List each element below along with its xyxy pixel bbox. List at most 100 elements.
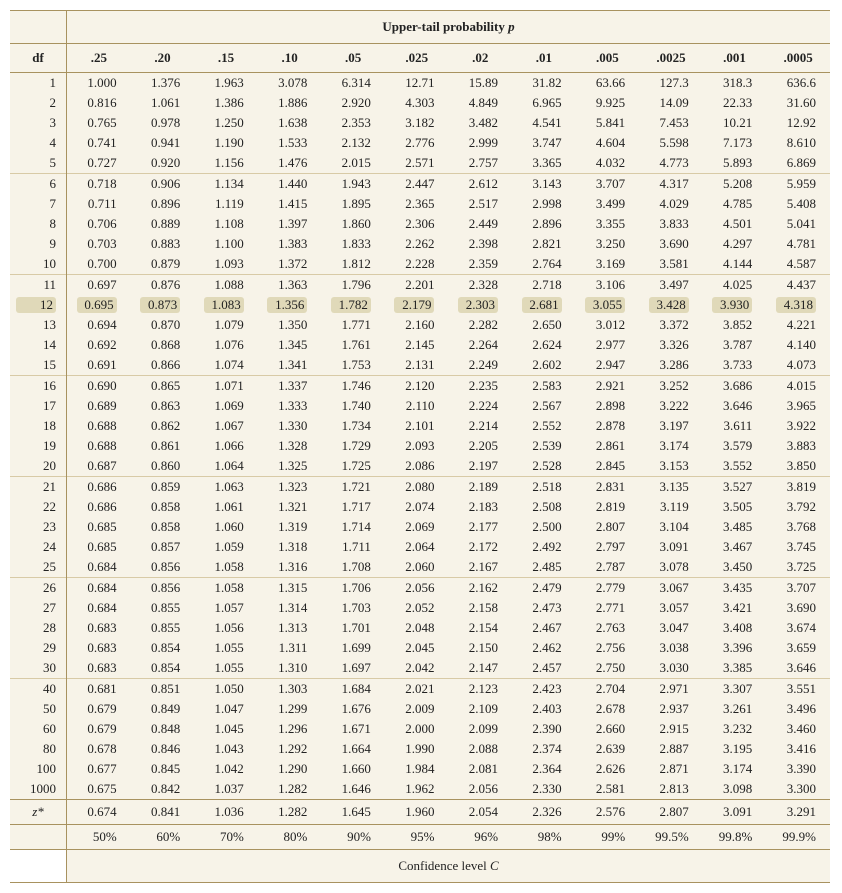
p-header: .05 bbox=[321, 44, 385, 73]
value-cell: 318.3 bbox=[703, 73, 767, 94]
value-cell: 1.699 bbox=[321, 638, 385, 658]
value-cell: 2.887 bbox=[639, 739, 703, 759]
value-cell: 2.896 bbox=[512, 214, 576, 234]
value-cell: 22.33 bbox=[703, 93, 767, 113]
value-cell: 2.042 bbox=[385, 658, 449, 679]
value-cell: 3.499 bbox=[576, 194, 640, 214]
value-cell: 0.849 bbox=[131, 699, 195, 719]
value-cell: 0.858 bbox=[131, 497, 195, 517]
value-cell: 2.517 bbox=[448, 194, 512, 214]
value-cell: 0.675 bbox=[67, 779, 131, 800]
value-cell: 3.143 bbox=[512, 174, 576, 195]
value-cell: 1.250 bbox=[194, 113, 258, 133]
value-cell: 1.296 bbox=[258, 719, 322, 739]
value-cell: 2.093 bbox=[385, 436, 449, 456]
zstar-row: z*0.6740.8411.0361.2821.6451.9602.0542.3… bbox=[10, 800, 830, 825]
value-cell: 3.135 bbox=[639, 477, 703, 498]
table-row: 240.6850.8571.0591.3181.7112.0642.1722.4… bbox=[10, 537, 830, 557]
confidence-cell: 98% bbox=[512, 825, 576, 850]
value-cell: 1.059 bbox=[194, 537, 258, 557]
table-row: 80.7060.8891.1081.3971.8602.3062.4492.89… bbox=[10, 214, 830, 234]
df-cell: 22 bbox=[10, 497, 67, 517]
table-row: 200.6870.8601.0641.3251.7252.0862.1972.5… bbox=[10, 456, 830, 477]
value-cell: 2.581 bbox=[576, 779, 640, 800]
table-row: 300.6830.8541.0551.3101.6972.0422.1472.4… bbox=[10, 658, 830, 679]
value-cell: 2.167 bbox=[448, 557, 512, 578]
value-cell: 3.646 bbox=[703, 396, 767, 416]
value-cell: 3.390 bbox=[766, 759, 830, 779]
df-cell: 60 bbox=[10, 719, 67, 739]
value-cell: 2.172 bbox=[448, 537, 512, 557]
table-row: 110.6970.8761.0881.3631.7962.2012.3282.7… bbox=[10, 275, 830, 296]
value-cell: 2.303 bbox=[448, 295, 512, 315]
value-cell: 1.984 bbox=[385, 759, 449, 779]
value-cell: 1.350 bbox=[258, 315, 322, 335]
value-cell: 3.197 bbox=[639, 416, 703, 436]
table-row: 600.6790.8481.0451.2961.6712.0002.0992.3… bbox=[10, 719, 830, 739]
value-cell: 0.858 bbox=[131, 517, 195, 537]
value-cell: 1.341 bbox=[258, 355, 322, 376]
value-cell: 2.626 bbox=[576, 759, 640, 779]
value-cell: 3.365 bbox=[512, 153, 576, 174]
df-cell: 27 bbox=[10, 598, 67, 618]
value-cell: 3.252 bbox=[639, 376, 703, 397]
value-cell: 3.467 bbox=[703, 537, 767, 557]
value-cell: 1.314 bbox=[258, 598, 322, 618]
value-cell: 0.683 bbox=[67, 638, 131, 658]
df-cell: 1000 bbox=[10, 779, 67, 800]
value-cell: 0.677 bbox=[67, 759, 131, 779]
value-cell: 3.690 bbox=[766, 598, 830, 618]
value-cell: 0.741 bbox=[67, 133, 131, 153]
df-cell: 19 bbox=[10, 436, 67, 456]
value-cell: 3.174 bbox=[639, 436, 703, 456]
value-cell: 2.364 bbox=[512, 759, 576, 779]
value-cell: 1.330 bbox=[258, 416, 322, 436]
value-cell: 0.685 bbox=[67, 517, 131, 537]
p-header: .025 bbox=[385, 44, 449, 73]
value-cell: 2.086 bbox=[385, 456, 449, 477]
table-row: 160.6900.8651.0711.3371.7462.1202.2352.5… bbox=[10, 376, 830, 397]
df-cell: 5 bbox=[10, 153, 67, 174]
value-cell: 3.300 bbox=[766, 779, 830, 800]
value-cell: 0.694 bbox=[67, 315, 131, 335]
value-cell: 0.906 bbox=[131, 174, 195, 195]
confidence-cell: 80% bbox=[258, 825, 322, 850]
value-cell: 1.292 bbox=[258, 739, 322, 759]
df-cell: 28 bbox=[10, 618, 67, 638]
value-cell: 2.528 bbox=[512, 456, 576, 477]
value-cell: 1.943 bbox=[321, 174, 385, 195]
value-cell: 0.692 bbox=[67, 335, 131, 355]
df-cell: 20 bbox=[10, 456, 67, 477]
value-cell: 2.518 bbox=[512, 477, 576, 498]
value-cell: 2.056 bbox=[385, 578, 449, 599]
value-cell: 1.345 bbox=[258, 335, 322, 355]
value-cell: 1.740 bbox=[321, 396, 385, 416]
value-cell: 3.674 bbox=[766, 618, 830, 638]
value-cell: 0.941 bbox=[131, 133, 195, 153]
value-cell: 1.697 bbox=[321, 658, 385, 679]
value-cell: 0.678 bbox=[67, 739, 131, 759]
zstar-cell: 3.091 bbox=[703, 800, 767, 825]
value-cell: 0.868 bbox=[131, 335, 195, 355]
value-cell: 1.671 bbox=[321, 719, 385, 739]
p-header: .02 bbox=[448, 44, 512, 73]
value-cell: 3.768 bbox=[766, 517, 830, 537]
value-cell: 2.787 bbox=[576, 557, 640, 578]
value-cell: 4.587 bbox=[766, 254, 830, 275]
value-cell: 1.386 bbox=[194, 93, 258, 113]
t-distribution-table: Upper-tail probability p df .25.20.15.10… bbox=[10, 10, 830, 883]
footer-title: Confidence level C bbox=[67, 850, 831, 883]
df-cell: 13 bbox=[10, 315, 67, 335]
zstar-cell: 2.326 bbox=[512, 800, 576, 825]
table-row: 60.7180.9061.1341.4401.9432.4472.6123.14… bbox=[10, 174, 830, 195]
value-cell: 2.147 bbox=[448, 658, 512, 679]
value-cell: 1.729 bbox=[321, 436, 385, 456]
table-row: 220.6860.8581.0611.3211.7172.0742.1832.5… bbox=[10, 497, 830, 517]
value-cell: 3.435 bbox=[703, 578, 767, 599]
confidence-cell: 50% bbox=[67, 825, 131, 850]
value-cell: 1.796 bbox=[321, 275, 385, 296]
value-cell: 2.681 bbox=[512, 295, 576, 315]
value-cell: 3.153 bbox=[639, 456, 703, 477]
table-row: 290.6830.8541.0551.3111.6992.0452.1502.4… bbox=[10, 638, 830, 658]
value-cell: 5.598 bbox=[639, 133, 703, 153]
